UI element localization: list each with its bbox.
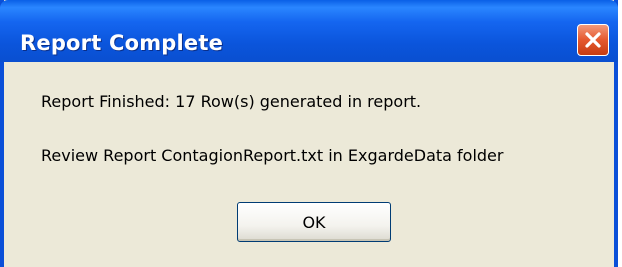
title-bar[interactable]: Report Complete xyxy=(0,0,618,62)
window-title: Report Complete xyxy=(20,31,224,55)
message-report-finished: Report Finished: 17 Row(s) generated in … xyxy=(41,92,422,111)
close-button[interactable] xyxy=(577,24,609,56)
close-icon xyxy=(585,32,601,48)
message-review-report: Review Report ContagionReport.txt in Exg… xyxy=(41,146,504,165)
report-complete-dialog: Report Complete Report Finished: 17 Row(… xyxy=(0,0,618,267)
dialog-body: Report Finished: 17 Row(s) generated in … xyxy=(4,62,614,267)
ok-button[interactable]: OK xyxy=(237,202,391,242)
